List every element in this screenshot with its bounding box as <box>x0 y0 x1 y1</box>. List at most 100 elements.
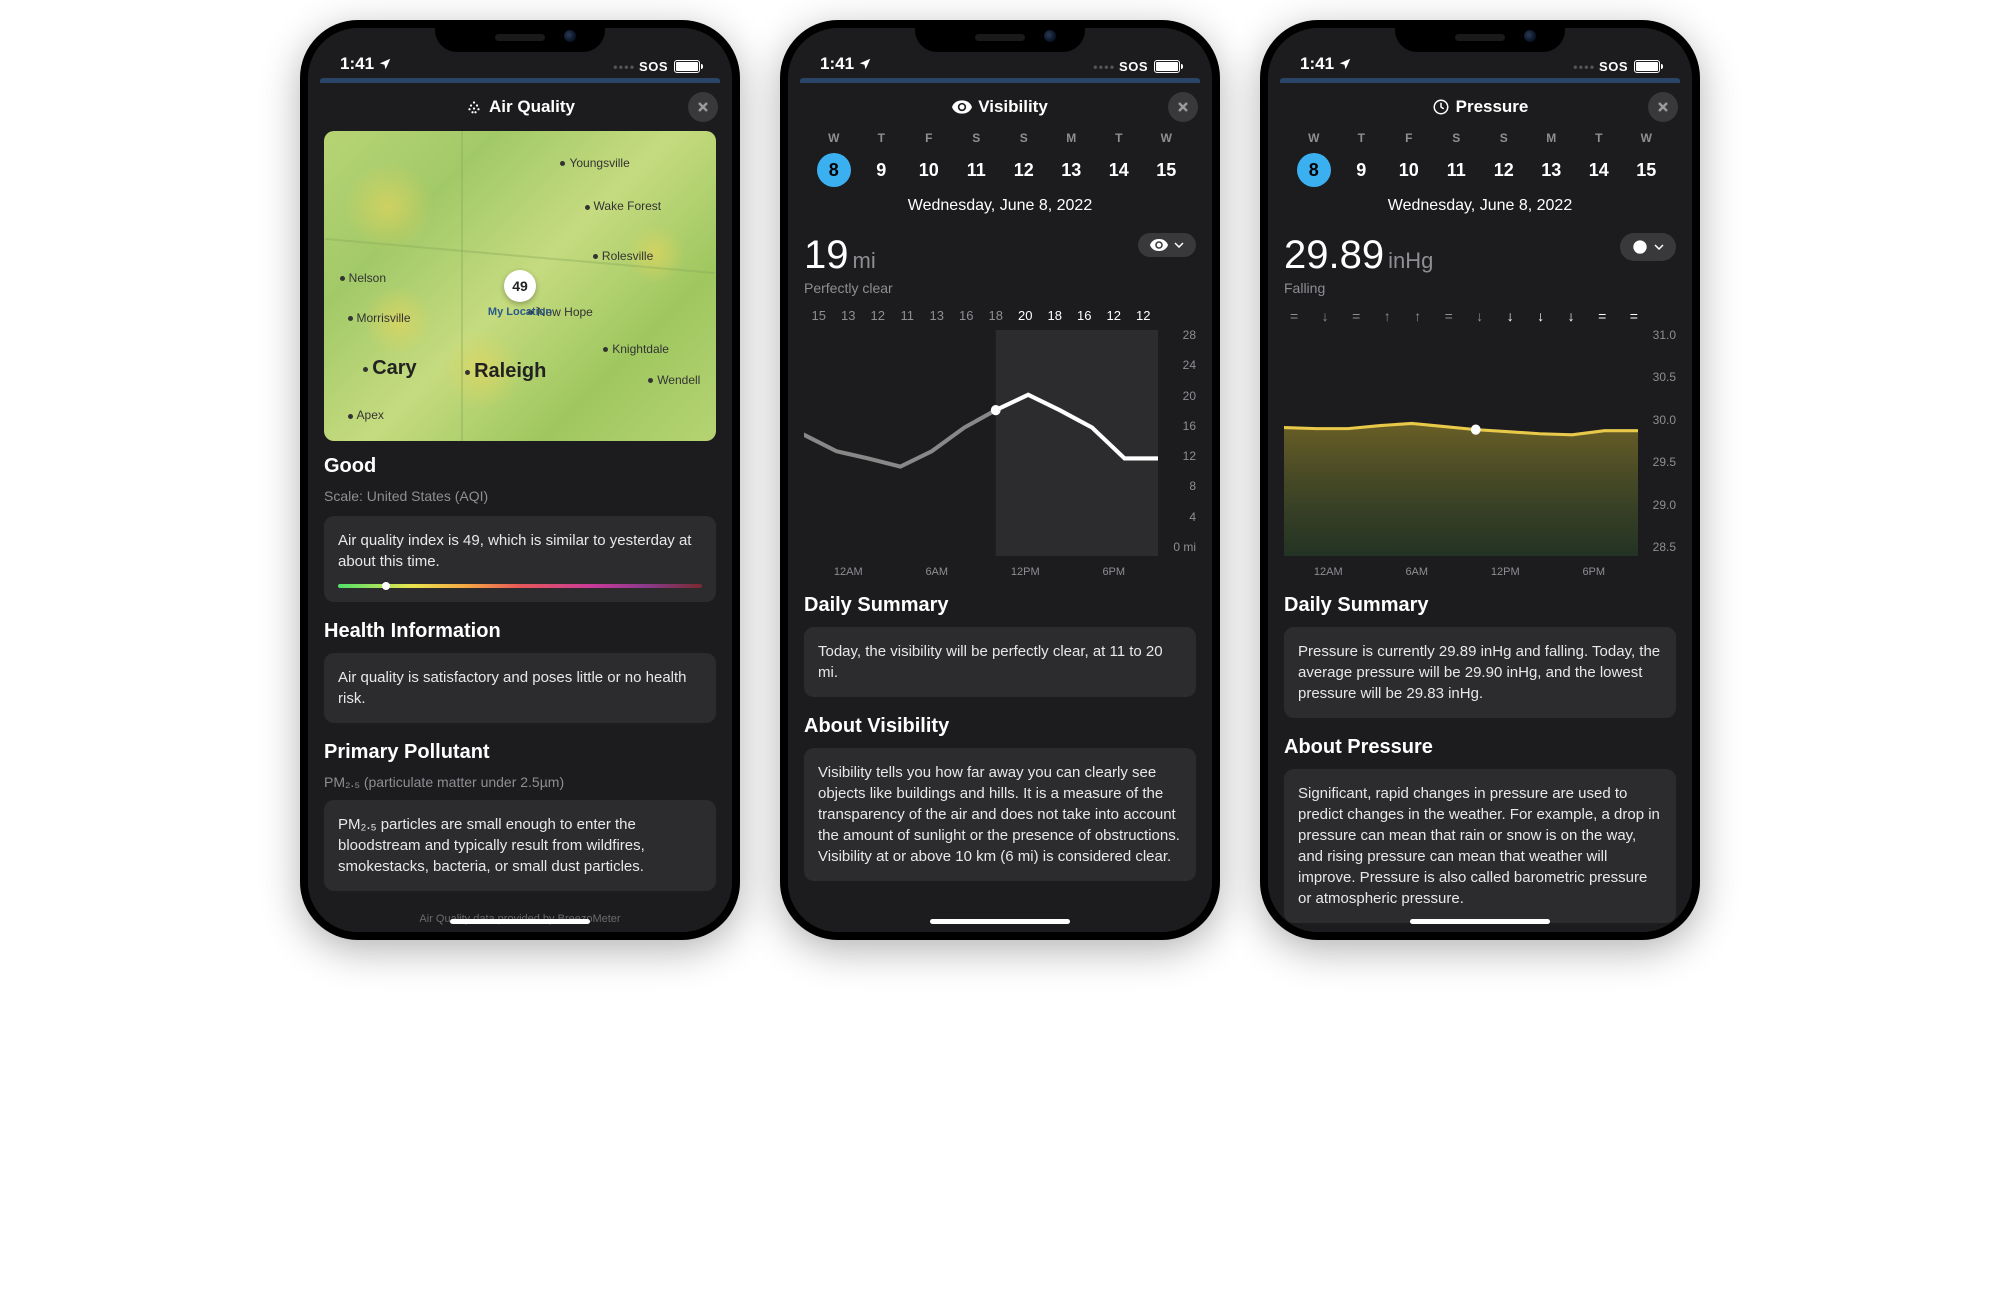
map-city: Knightdale <box>603 342 669 356</box>
visibility-icon <box>952 100 972 114</box>
about-card: Visibility tells you how far away you ca… <box>804 748 1196 881</box>
selected-date: Wednesday, June 8, 2022 <box>804 197 1196 215</box>
visibility-status: Perfectly clear <box>804 280 893 296</box>
day-8[interactable]: W8 <box>1290 131 1338 187</box>
day-12[interactable]: S12 <box>1000 131 1048 187</box>
pollutant-heading: Primary Pollutant <box>324 741 716 764</box>
visibility-unit: mi <box>853 248 876 274</box>
aqi-gradient-bar <box>338 584 702 588</box>
map-city: Morrisville <box>348 311 411 325</box>
day-13[interactable]: M13 <box>1048 131 1096 187</box>
air-quality-icon <box>465 98 483 116</box>
status-time: 1:41 <box>820 54 854 74</box>
map-city: Cary <box>363 357 416 380</box>
sheet-header: Air Quality <box>308 83 732 131</box>
aqi-rating: Good <box>324 455 716 478</box>
eye-icon <box>1150 239 1168 251</box>
map-city: Youngsville <box>560 156 629 170</box>
day-9[interactable]: T9 <box>858 131 906 187</box>
day-9[interactable]: T9 <box>1338 131 1386 187</box>
status-time: 1:41 <box>340 54 374 74</box>
status-time: 1:41 <box>1300 54 1334 74</box>
selected-date: Wednesday, June 8, 2022 <box>1284 197 1676 215</box>
daily-summary-heading: Daily Summary <box>804 594 1196 617</box>
day-11[interactable]: S11 <box>953 131 1001 187</box>
pressure-status: Falling <box>1284 280 1433 296</box>
screen[interactable]: 1:41 SOS Pressure W8T9F10S11S12M13T14W15… <box>1268 28 1692 932</box>
my-location-pin[interactable]: 49 <box>504 270 536 302</box>
map-city: Apex <box>348 408 384 422</box>
pollutant-subheading: PM₂.₅ (particulate matter under 2.5µm) <box>324 774 716 790</box>
sheet-title: Air Quality <box>489 97 575 117</box>
map-city: Wendell <box>648 373 700 387</box>
sos-label: SOS <box>639 59 668 74</box>
day-11[interactable]: S11 <box>1433 131 1481 187</box>
day-12[interactable]: S12 <box>1480 131 1528 187</box>
day-14[interactable]: T14 <box>1575 131 1623 187</box>
view-toggle-button[interactable] <box>1138 233 1196 257</box>
signal-icon <box>1093 60 1113 74</box>
daily-summary-card: Today, the visibility will be perfectly … <box>804 627 1196 697</box>
close-button[interactable] <box>688 92 718 122</box>
daily-summary-card: Pressure is currently 29.89 inHg and fal… <box>1284 627 1676 718</box>
status-bar: 1:41 SOS <box>308 28 732 78</box>
sheet-header: Pressure <box>1268 83 1692 131</box>
visibility-chart[interactable]: 151312111316182018161212 2824201612840 m… <box>804 308 1196 578</box>
day-picker[interactable]: W8T9F10S11S12M13T14W15 <box>804 131 1196 187</box>
close-button[interactable] <box>1648 92 1678 122</box>
screen[interactable]: 1:41 SOS Visibility W8T9F10S11S12M13T14W… <box>788 28 1212 932</box>
close-icon <box>1177 101 1189 113</box>
sos-label: SOS <box>1119 59 1148 74</box>
day-10[interactable]: F10 <box>905 131 953 187</box>
my-location-label: My Location <box>488 306 552 318</box>
aqi-scale: Scale: United States (AQI) <box>324 488 716 504</box>
map-city: Wake Forest <box>585 199 662 213</box>
home-indicator[interactable] <box>930 919 1070 924</box>
health-card: Air quality is satisfactory and poses li… <box>324 653 716 723</box>
day-8[interactable]: W8 <box>810 131 858 187</box>
pollutant-card: PM₂.₅ particles are small enough to ente… <box>324 800 716 891</box>
map-city: Nelson <box>340 271 386 285</box>
day-15[interactable]: W15 <box>1623 131 1671 187</box>
visibility-value: 19 <box>804 233 849 278</box>
close-icon <box>697 101 709 113</box>
day-15[interactable]: W15 <box>1143 131 1191 187</box>
pressure-chart[interactable]: =↓=↑↑=↓↓↓↓== 31.030.530.029.529.028.5 12… <box>1284 308 1676 578</box>
map-city: Raleigh <box>465 360 546 383</box>
pressure-value: 29.89 <box>1284 233 1384 278</box>
signal-icon <box>613 60 633 74</box>
home-indicator[interactable] <box>450 919 590 924</box>
day-14[interactable]: T14 <box>1095 131 1143 187</box>
status-bar: 1:41 SOS <box>1268 28 1692 78</box>
daily-summary-heading: Daily Summary <box>1284 594 1676 617</box>
view-toggle-button[interactable] <box>1620 233 1676 261</box>
phone-air-quality: 1:41 SOS Air Quality Youngsville Wake Fo… <box>300 20 740 940</box>
aqi-map[interactable]: Youngsville Wake Forest Rolesville Nelso… <box>324 131 716 441</box>
day-13[interactable]: M13 <box>1528 131 1576 187</box>
sheet-title: Visibility <box>978 97 1048 117</box>
close-icon <box>1657 101 1669 113</box>
sos-label: SOS <box>1599 59 1628 74</box>
location-icon <box>1338 57 1352 71</box>
battery-icon <box>1634 60 1660 73</box>
about-card: Significant, rapid changes in pressure a… <box>1284 769 1676 923</box>
day-10[interactable]: F10 <box>1385 131 1433 187</box>
sheet-header: Visibility <box>788 83 1212 131</box>
about-heading: About Pressure <box>1284 736 1676 759</box>
location-icon <box>378 57 392 71</box>
location-icon <box>858 57 872 71</box>
health-heading: Health Information <box>324 620 716 643</box>
pressure-unit: inHg <box>1388 248 1433 274</box>
chevron-down-icon <box>1654 244 1664 250</box>
day-picker[interactable]: W8T9F10S11S12M13T14W15 <box>1284 131 1676 187</box>
about-heading: About Visibility <box>804 715 1196 738</box>
phone-visibility: 1:41 SOS Visibility W8T9F10S11S12M13T14W… <box>780 20 1220 940</box>
close-button[interactable] <box>1168 92 1198 122</box>
screen[interactable]: 1:41 SOS Air Quality Youngsville Wake Fo… <box>308 28 732 932</box>
gauge-icon <box>1632 239 1648 255</box>
status-bar: 1:41 SOS <box>788 28 1212 78</box>
map-city: Rolesville <box>593 249 653 263</box>
battery-icon <box>674 60 700 73</box>
signal-icon <box>1573 60 1593 74</box>
home-indicator[interactable] <box>1410 919 1550 924</box>
